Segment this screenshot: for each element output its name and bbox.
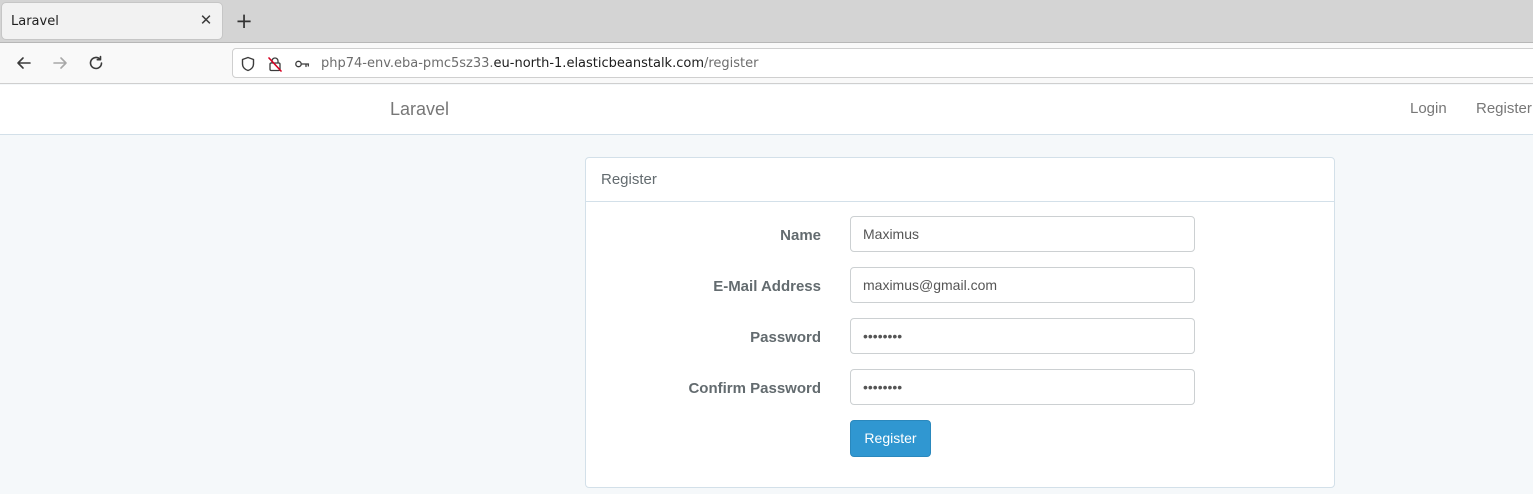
card-header: Register	[586, 158, 1334, 202]
close-tab-icon[interactable]: ✕	[198, 12, 214, 28]
insecure-lock-icon[interactable]	[266, 55, 284, 73]
url-bar[interactable]: php74-env.eba-pmc5sz33.eu-north-1.elasti…	[232, 48, 1533, 78]
register-link[interactable]: Register	[1476, 100, 1532, 117]
shield-icon[interactable]	[239, 55, 257, 73]
key-icon[interactable]	[293, 55, 311, 73]
reload-button[interactable]	[84, 51, 108, 75]
url-path: /register	[703, 56, 759, 71]
reload-icon	[89, 55, 103, 70]
name-input[interactable]: Maximus	[850, 216, 1195, 252]
back-button[interactable]	[12, 51, 36, 75]
register-card: Register Name Maximus E-Mail Address max…	[585, 157, 1335, 488]
email-label: E-Mail Address	[713, 278, 821, 295]
password-input[interactable]: ••••••••	[850, 318, 1195, 354]
browser-tab[interactable]: Laravel ✕	[1, 2, 223, 40]
confirm-password-label: Confirm Password	[688, 380, 821, 397]
url-host: eu-north-1.elasticbeanstalk.com	[493, 56, 704, 71]
browser-toolbar: php74-env.eba-pmc5sz33.eu-north-1.elasti…	[0, 43, 1533, 84]
forward-button[interactable]	[48, 51, 72, 75]
url-prefix: php74-env.eba-pmc5sz33.	[321, 56, 494, 71]
register-button[interactable]: Register	[850, 420, 931, 457]
arrow-right-icon	[53, 57, 67, 69]
brand-link[interactable]: Laravel	[390, 99, 449, 120]
card-title: Register	[601, 171, 657, 188]
app-navbar: Laravel Login Register	[0, 85, 1533, 135]
browser-tab-bar: Laravel ✕ +	[0, 0, 1533, 43]
password-label: Password	[750, 329, 821, 346]
arrow-left-icon	[17, 57, 31, 69]
email-input[interactable]: maximus@gmail.com	[850, 267, 1195, 303]
url-text[interactable]: php74-env.eba-pmc5sz33.eu-north-1.elasti…	[321, 56, 759, 71]
login-link[interactable]: Login	[1410, 100, 1447, 117]
new-tab-button[interactable]: +	[234, 11, 254, 32]
name-label: Name	[780, 227, 821, 244]
confirm-password-input[interactable]: ••••••••	[850, 369, 1195, 405]
tab-title: Laravel	[11, 14, 59, 29]
